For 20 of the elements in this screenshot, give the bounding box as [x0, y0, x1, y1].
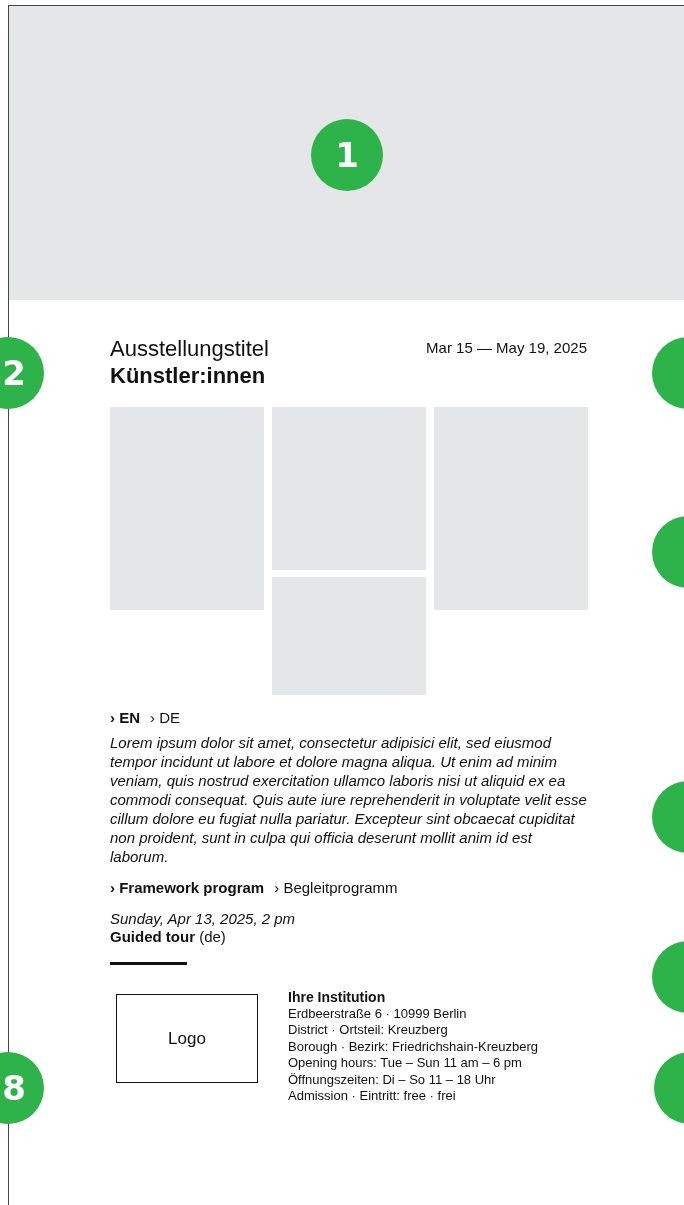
artist-names: Künstler:innen [110, 363, 267, 389]
address-line: Borough · Bezirk: Friedrichshain-Kreuzberg [288, 1038, 538, 1055]
institution-name: Ihre Institution [288, 989, 387, 1006]
address-line: Erdbeerstraße 6 · 10999 Berlin [288, 1005, 468, 1022]
address-line: Admission · Eintritt: free · frei [288, 1088, 457, 1105]
number-marker: 2 [0, 337, 44, 409]
program-link[interactable]: › Begleitprogramm [274, 879, 398, 896]
event-title: Guided tour (de) [110, 928, 227, 946]
address-line: District · Ortsteil: Kreuzberg [288, 1022, 449, 1039]
exhibition-dates: Mar 15 — May 19, 2025 [426, 339, 587, 356]
logo-label: Logo [168, 1028, 206, 1049]
address-line: Öffnungszeiten: Di – So 11 – 18 Uhr [288, 1071, 497, 1088]
number-marker: 8 [0, 1052, 44, 1124]
language-link[interactable]: › DE [150, 709, 180, 726]
program-link[interactable]: › Framework program [110, 879, 265, 896]
description-text: Lorem ipsum dolor sit amet, consectetur adipisici elit, sed eiusmod tempor incidunt ut labore et dolore magna aliqua. Ut enim ad minim veniam, quis nostrud exercitation ullamco laboris nisi ut aliquid ex ea commodi consequat. Quis aute iure reprehenderit in voluptate velit esse cillum dolore eu fugiat nulla pariatur. Excepteur sint obcaecat cupiditat non proident, sunt in culpa qui officia deserunt mollit anim id est laborum. [110, 733, 587, 866]
address-line: Opening hours: Tue – Sun 11 am – 6 pm [288, 1055, 523, 1072]
exhibition-title: Ausstellungstitel [110, 335, 269, 363]
event-date: Sunday, Apr 13, 2025, 2 pm [110, 909, 297, 928]
language-link[interactable]: › EN [110, 709, 140, 726]
